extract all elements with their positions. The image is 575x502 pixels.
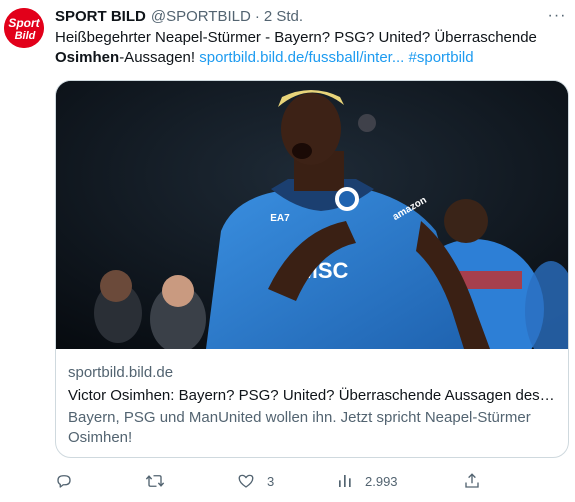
reply-button[interactable] [55, 470, 85, 492]
tweet-text-bold: Osimhen [55, 49, 120, 66]
card-description: Bayern, PSG und ManUnited wollen ihn. Je… [68, 409, 531, 446]
views-button[interactable]: 2.993 [337, 470, 398, 492]
share-button[interactable] [463, 470, 481, 492]
football-player-photo: MSC EA7 amazon [56, 81, 568, 349]
tweet-link[interactable]: sportbild.bild.de/fussball/inter... [199, 49, 404, 66]
tweet-text: Heißbegehrter Neapel-Stürmer - Bayern? P… [55, 28, 565, 68]
card-title: Victor Osimhen: Bayern? PSG? United? Übe… [68, 387, 558, 404]
retweet-button[interactable] [145, 470, 177, 492]
tweet[interactable]: Sport Bild SPORT BILD @SPORTBILD · 2 Std… [0, 0, 575, 502]
timestamp[interactable]: 2 Std. [264, 8, 303, 25]
more-label: ··· [547, 7, 567, 24]
views-count: 2.993 [365, 473, 398, 489]
avatar[interactable]: Sport Bild [4, 8, 44, 48]
logo-line1: Sport [8, 16, 40, 30]
jersey-brand: EA7 [270, 213, 290, 224]
handle[interactable]: @SPORTBILD [151, 8, 251, 25]
reply-icon [57, 475, 71, 488]
tweet-text-after-bold: -Aussagen! [119, 49, 200, 66]
more-options-icon[interactable]: ··· [547, 6, 567, 26]
tweet-header: SPORT BILD @SPORTBILD · 2 Std. [55, 6, 303, 26]
heart-icon [238, 474, 254, 488]
retweet-icon [145, 475, 165, 487]
hashtag-link[interactable]: #sportbild [409, 49, 474, 66]
tweet-actions: 3 2.993 [55, 470, 565, 492]
card-info: sportbild.bild.de Victor Osimhen: Bayern… [68, 363, 558, 448]
like-button[interactable]: 3 [237, 470, 274, 492]
like-count: 3 [267, 473, 275, 489]
separator-dot: · [254, 7, 260, 25]
link-preview-card[interactable]: MSC EA7 amazon sportbild.bild.de Victor … [55, 80, 569, 458]
share-icon [465, 473, 479, 488]
tweet-text-line1: Heißbegehrter Neapel-Stürmer - Bayern? P… [55, 29, 537, 46]
logo-line2: Bild [15, 30, 36, 42]
display-name[interactable]: SPORT BILD [55, 8, 146, 25]
card-image[interactable]: MSC EA7 amazon [56, 81, 568, 349]
card-domain: sportbild.bild.de [68, 364, 174, 381]
analytics-icon [339, 475, 351, 487]
sport-bild-logo: Sport Bild [4, 8, 44, 48]
